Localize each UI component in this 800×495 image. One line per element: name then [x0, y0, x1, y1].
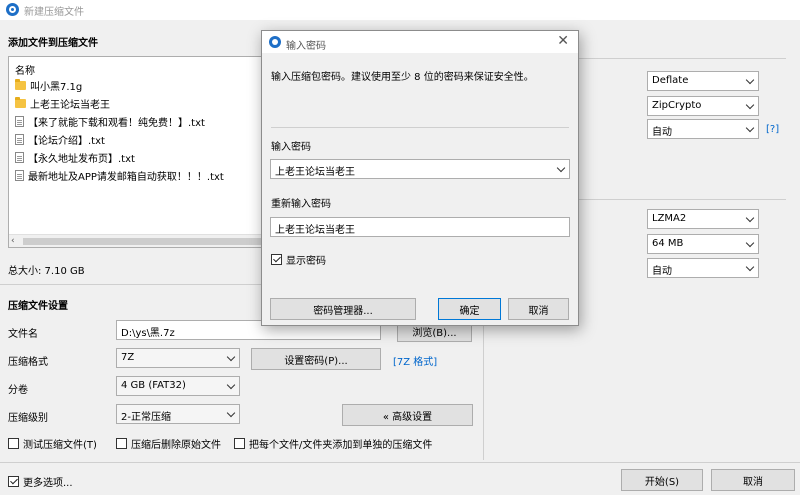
chevron-down-icon — [226, 408, 236, 418]
list-item-name: 上老王论坛当老王 — [30, 99, 110, 111]
test-archive-checkbox[interactable]: 测试压缩文件(T) — [8, 436, 97, 451]
text-file-icon — [15, 169, 24, 181]
chevron-down-icon — [226, 352, 236, 362]
sevenz-method-value: LZMA2 — [652, 213, 687, 224]
confirm-password-input[interactable]: 上老王论坛当老王 — [270, 217, 570, 237]
help-link[interactable]: [?] — [766, 124, 779, 135]
chevron-down-icon — [745, 262, 755, 272]
test-archive-label: 测试压缩文件(T) — [23, 440, 97, 451]
settings-heading: 压缩文件设置 — [8, 301, 68, 312]
zip-encryption-value: ZipCrypto — [652, 100, 702, 111]
show-password-checkbox[interactable]: 显示密码 — [271, 252, 326, 267]
separate-archives-checkbox[interactable]: 把每个文件/文件夹添加到单独的压缩文件 — [234, 436, 432, 451]
sevenz-method-select[interactable]: LZMA2 — [647, 209, 759, 229]
list-item[interactable]: 上老王论坛当老王 — [15, 95, 110, 111]
sevenz-dict-value: 64 MB — [652, 238, 684, 249]
format-label: 压缩格式 — [8, 357, 48, 368]
delete-after-label: 压缩后删除原始文件 — [131, 440, 221, 451]
more-options-label: 更多选项... — [23, 478, 73, 489]
checkbox-checked[interactable] — [271, 254, 282, 265]
zip-group-line — [575, 58, 786, 59]
zip-method-select[interactable]: Deflate — [647, 71, 759, 91]
dialog-title: 输入密码 — [286, 41, 326, 52]
scrollbar-thumb[interactable] — [23, 238, 263, 245]
checkbox-box[interactable] — [8, 438, 19, 449]
text-file-icon — [15, 115, 24, 127]
folder-icon — [15, 78, 26, 90]
split-value: 4 GB (FAT32) — [121, 380, 186, 391]
list-item[interactable]: 【论坛介绍】.txt — [15, 131, 105, 147]
zip-method-value: Deflate — [652, 75, 689, 86]
delete-after-checkbox[interactable]: 压缩后删除原始文件 — [116, 436, 221, 451]
chevron-down-icon — [745, 213, 755, 223]
sevenz-auto-value: 自动 — [652, 266, 672, 277]
set-password-button[interactable]: 设置密码(P)... — [251, 348, 381, 370]
chevron-down-icon — [745, 238, 755, 248]
folder-icon — [15, 96, 26, 108]
zip-auto-value: 自动 — [652, 127, 672, 138]
checkbox-box[interactable] — [116, 438, 127, 449]
separate-archives-label: 把每个文件/文件夹添加到单独的压缩文件 — [249, 440, 433, 451]
more-options-checkbox[interactable]: 更多选项... — [8, 474, 73, 489]
sevenz-dict-select[interactable]: 64 MB — [647, 234, 759, 254]
dialog-title-bar[interactable]: 输入密码 ✕ — [262, 31, 578, 53]
list-item-name: 【永久地址发布页】.txt — [28, 153, 135, 165]
format-select[interactable]: 7Z — [116, 348, 240, 368]
footer-divider — [0, 462, 800, 463]
password-manager-button[interactable]: 密码管理器... — [270, 298, 416, 320]
checkbox-checked[interactable] — [8, 476, 19, 487]
checkbox-box[interactable] — [234, 438, 245, 449]
vertical-scrollbar[interactable] — [786, 20, 800, 460]
window-title: 新建压缩文件 — [24, 7, 84, 18]
password-value: 上老王论坛当老王 — [275, 167, 355, 178]
chevron-down-icon — [226, 380, 236, 390]
total-size: 总大小: 7.10 GB — [8, 266, 85, 277]
close-icon[interactable]: ✕ — [557, 33, 569, 49]
dialog-divider — [271, 127, 569, 128]
list-item-name: 【论坛介绍】.txt — [28, 135, 105, 147]
advanced-settings-button[interactable]: « 高级设置 — [342, 404, 473, 426]
level-value: 2-正常压缩 — [121, 412, 171, 423]
level-label: 压缩级别 — [8, 413, 48, 424]
app-logo-icon — [269, 36, 281, 48]
level-select[interactable]: 2-正常压缩 — [116, 404, 240, 424]
split-label: 分卷 — [8, 385, 28, 396]
text-file-icon — [15, 133, 24, 145]
ok-button[interactable]: 确定 — [438, 298, 501, 320]
scroll-left-icon[interactable]: ‹ — [11, 236, 15, 246]
column-header-name[interactable]: 名称 — [15, 62, 35, 77]
title-bar: 新建压缩文件 — [0, 0, 800, 20]
chevron-down-icon[interactable] — [556, 163, 566, 173]
password-input[interactable]: 上老王论坛当老王 — [270, 159, 570, 179]
list-item[interactable]: 【来了就能下载和观看！纯免费！】.txt — [15, 113, 205, 129]
list-item-name: 叫小黑7.1g — [30, 81, 83, 93]
zip-auto-select[interactable]: 自动 — [647, 119, 759, 139]
text-file-icon — [15, 151, 24, 163]
chevron-down-icon — [745, 75, 755, 85]
chevron-down-icon — [745, 100, 755, 110]
sevenz-auto-select[interactable]: 自动 — [647, 258, 759, 278]
zip-encryption-select[interactable]: ZipCrypto — [647, 96, 759, 116]
list-item[interactable]: 叫小黑7.1g — [15, 77, 82, 93]
list-item-name: 最新地址及APP请发邮箱自动获取！！！.txt — [28, 171, 224, 183]
show-password-label: 显示密码 — [286, 256, 326, 267]
files-heading: 添加文件到压缩文件 — [8, 38, 98, 49]
list-item[interactable]: 最新地址及APP请发邮箱自动获取！！！.txt — [15, 167, 224, 183]
list-item[interactable]: 【永久地址发布页】.txt — [15, 149, 135, 165]
format-help-link[interactable]: [7Z 格式] — [393, 353, 437, 368]
filename-label: 文件名 — [8, 329, 38, 340]
dialog-description: 输入压缩包密码。建议使用至少 8 位的密码来保证安全性。 — [271, 72, 534, 83]
password-label: 输入密码 — [271, 142, 311, 153]
list-item-name: 【来了就能下载和观看！纯免费！】.txt — [28, 117, 205, 129]
chevron-down-icon — [745, 123, 755, 133]
cancel-button[interactable]: 取消 — [711, 469, 795, 491]
dialog-cancel-button[interactable]: 取消 — [508, 298, 569, 320]
format-value: 7Z — [121, 352, 135, 363]
split-select[interactable]: 4 GB (FAT32) — [116, 376, 240, 396]
password-dialog[interactable]: 输入密码 ✕ 输入压缩包密码。建议使用至少 8 位的密码来保证安全性。 输入密码… — [261, 30, 579, 326]
confirm-password-label: 重新输入密码 — [271, 199, 331, 210]
app-logo-icon — [6, 3, 19, 16]
start-button[interactable]: 开始(S) — [621, 469, 703, 491]
